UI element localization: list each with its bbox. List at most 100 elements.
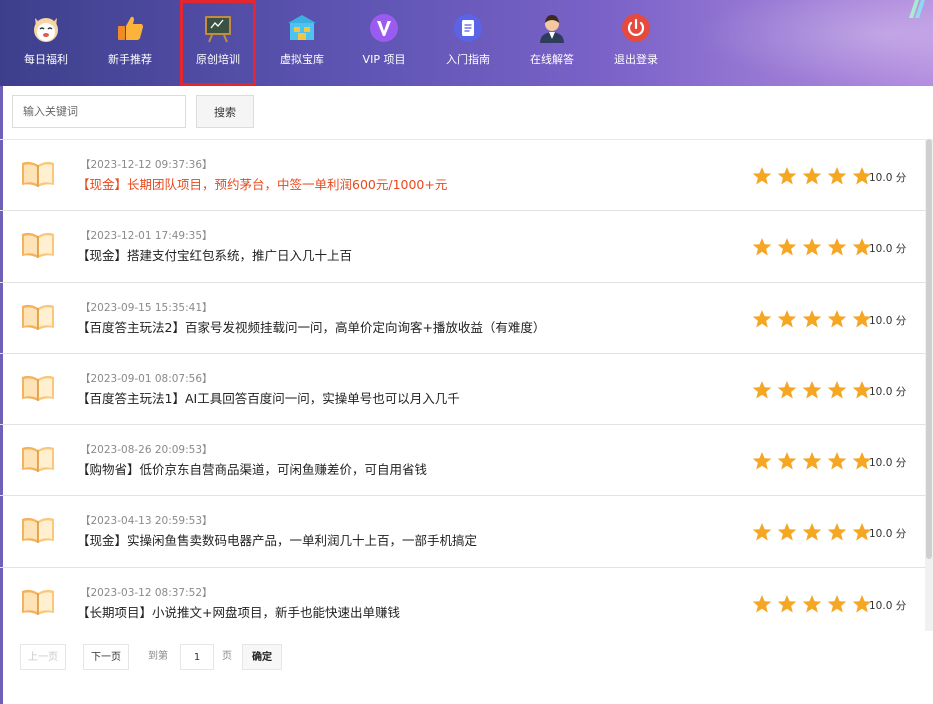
item-date: 【2023-04-13 20:59:53】 bbox=[80, 515, 213, 528]
scrollbar-thumb[interactable] bbox=[926, 139, 932, 559]
item-title-link[interactable]: 【百度答主玩法1】AI工具回答百度问一问，实操单号也可以月入几千 bbox=[77, 388, 460, 407]
cat-face-icon bbox=[30, 12, 62, 44]
item-date: 【2023-03-12 08:37:52】 bbox=[80, 586, 213, 599]
star-icon bbox=[777, 451, 797, 471]
star-icon bbox=[802, 166, 822, 186]
nav-item-newbie-recommend[interactable]: 新手推荐 bbox=[92, 0, 168, 86]
search-button[interactable]: 搜索 bbox=[196, 95, 254, 128]
storehouse-icon bbox=[286, 12, 318, 44]
star-icon bbox=[802, 309, 822, 329]
open-book-icon bbox=[20, 516, 56, 544]
rating-score: 10.0 分 bbox=[869, 599, 907, 612]
rating-score: 10.0 分 bbox=[869, 457, 907, 470]
rating-stars bbox=[752, 380, 877, 400]
star-icon bbox=[827, 237, 847, 257]
list-item[interactable]: 【2023-09-15 15:35:41】【百度答主玩法2】百家号发视频挂载问一… bbox=[0, 281, 925, 353]
item-title-link[interactable]: 【现金】实操闲鱼售卖数码电器产品，一单利润几十上百，一部手机搞定 bbox=[77, 530, 477, 549]
item-title-link[interactable]: 【购物省】低价京东自营商品渠道，可闲鱼赚差价，可自用省钱 bbox=[77, 459, 427, 478]
rating-score: 10.0 分 bbox=[869, 528, 907, 541]
rating-stars bbox=[752, 166, 877, 186]
search-input[interactable] bbox=[12, 95, 186, 128]
item-date: 【2023-08-26 20:09:53】 bbox=[80, 444, 213, 457]
nav-label: 入门指南 bbox=[446, 53, 490, 66]
open-book-icon bbox=[20, 231, 56, 259]
blackboard-icon bbox=[202, 12, 234, 44]
nav-item-virtual-treasury[interactable]: 虚拟宝库 bbox=[264, 0, 340, 86]
nav-label: 每日福利 bbox=[24, 53, 68, 66]
list-item[interactable]: 【2023-12-01 17:49:35】【现金】搭建支付宝红包系统，推广日入几… bbox=[0, 210, 925, 281]
support-agent-icon bbox=[536, 12, 568, 44]
prev-page-button[interactable]: 上一页 bbox=[20, 644, 66, 670]
nav-label: 在线解答 bbox=[530, 53, 574, 66]
thumbs-up-icon bbox=[114, 12, 146, 44]
rating-stars bbox=[752, 451, 877, 471]
open-book-icon bbox=[20, 374, 56, 402]
item-title-link[interactable]: 【长期项目】小说推文+网盘项目，新手也能快速出单赚钱 bbox=[77, 602, 400, 621]
star-icon bbox=[752, 451, 772, 471]
rating-score: 10.0 分 bbox=[869, 172, 907, 184]
star-icon bbox=[777, 237, 797, 257]
item-date: 【2023-12-01 17:49:35】 bbox=[80, 230, 213, 243]
star-icon bbox=[827, 380, 847, 400]
rating-score: 10.0 分 bbox=[869, 243, 907, 256]
rating-stars bbox=[752, 309, 877, 329]
star-icon bbox=[802, 380, 822, 400]
star-icon bbox=[802, 451, 822, 471]
open-book-icon bbox=[20, 160, 56, 188]
item-title-link[interactable]: 【百度答主玩法2】百家号发视频挂载问一问，高单价定向询客+播放收益（有难度） bbox=[77, 317, 545, 336]
page: 每日福利 新手推荐 原创培训 虚拟宝库 VIP 项目 入门指南 在线解答 退出登… bbox=[0, 0, 933, 704]
nav-item-original-training[interactable]: 原创培训 bbox=[180, 0, 256, 86]
item-date: 【2023-12-12 09:37:36】 bbox=[80, 159, 213, 171]
star-icon bbox=[777, 522, 797, 542]
star-icon bbox=[777, 309, 797, 329]
star-icon bbox=[752, 237, 772, 257]
star-icon bbox=[777, 166, 797, 186]
goto-label: 到第 bbox=[148, 651, 168, 662]
decorative-stripe-icon bbox=[905, 0, 927, 18]
star-icon bbox=[827, 594, 847, 614]
nav-label: 退出登录 bbox=[614, 53, 658, 66]
list-item[interactable]: 【2023-04-13 20:59:53】【现金】实操闲鱼售卖数码电器产品，一单… bbox=[0, 495, 925, 566]
rating-stars bbox=[752, 522, 877, 542]
star-icon bbox=[752, 380, 772, 400]
page-unit-label: 页 bbox=[222, 651, 232, 662]
star-icon bbox=[752, 594, 772, 614]
nav-item-daily-welfare[interactable]: 每日福利 bbox=[8, 0, 84, 86]
star-icon bbox=[827, 451, 847, 471]
star-icon bbox=[752, 309, 772, 329]
nav-item-beginner-guide[interactable]: 入门指南 bbox=[430, 0, 506, 86]
rating-stars bbox=[752, 237, 877, 257]
power-icon bbox=[620, 12, 652, 44]
star-icon bbox=[827, 522, 847, 542]
article-list: 【2023-12-12 09:37:36】【现金】长期团队项目，预约茅台，中签一… bbox=[0, 139, 925, 638]
list-item[interactable]: 【2023-08-26 20:09:53】【购物省】低价京东自营商品渠道，可闲鱼… bbox=[0, 424, 925, 495]
top-nav: 每日福利 新手推荐 原创培训 虚拟宝库 VIP 项目 入门指南 在线解答 退出登… bbox=[0, 0, 933, 86]
rating-stars bbox=[752, 594, 877, 614]
star-icon bbox=[827, 309, 847, 329]
nav-item-logout[interactable]: 退出登录 bbox=[598, 0, 674, 86]
list-item[interactable]: 【2023-09-01 08:07:56】【百度答主玩法1】AI工具回答百度问一… bbox=[0, 352, 925, 424]
star-icon bbox=[827, 166, 847, 186]
nav-item-online-answers[interactable]: 在线解答 bbox=[514, 0, 590, 86]
item-title-link[interactable]: 【现金】长期团队项目，预约茅台，中签一单利润600元/1000+元 bbox=[77, 174, 447, 193]
rating-score: 10.0 分 bbox=[869, 314, 907, 327]
item-title-link[interactable]: 【现金】搭建支付宝红包系统，推广日入几十上百 bbox=[77, 245, 352, 264]
star-icon bbox=[752, 166, 772, 186]
guide-doc-icon bbox=[452, 12, 484, 44]
star-icon bbox=[752, 522, 772, 542]
list-item[interactable]: 【2023-03-12 08:37:52】【长期项目】小说推文+网盘项目，新手也… bbox=[0, 566, 925, 638]
star-icon bbox=[802, 237, 822, 257]
nav-item-vip-project[interactable]: VIP 项目 bbox=[346, 0, 422, 86]
list-item[interactable]: 【2023-12-12 09:37:36】【现金】长期团队项目，预约茅台，中签一… bbox=[0, 139, 925, 210]
nav-label: 新手推荐 bbox=[108, 53, 152, 66]
page-number-input[interactable]: 1 bbox=[180, 644, 214, 670]
confirm-button[interactable]: 确定 bbox=[242, 644, 282, 670]
item-date: 【2023-09-01 08:07:56】 bbox=[80, 372, 213, 385]
open-book-icon bbox=[20, 445, 56, 473]
open-book-icon bbox=[20, 588, 56, 616]
vip-v-icon bbox=[368, 12, 400, 44]
nav-label: 虚拟宝库 bbox=[280, 53, 324, 66]
rating-score: 10.0 分 bbox=[869, 385, 907, 398]
next-page-button[interactable]: 下一页 bbox=[83, 644, 129, 670]
item-date: 【2023-09-15 15:35:41】 bbox=[80, 301, 213, 314]
